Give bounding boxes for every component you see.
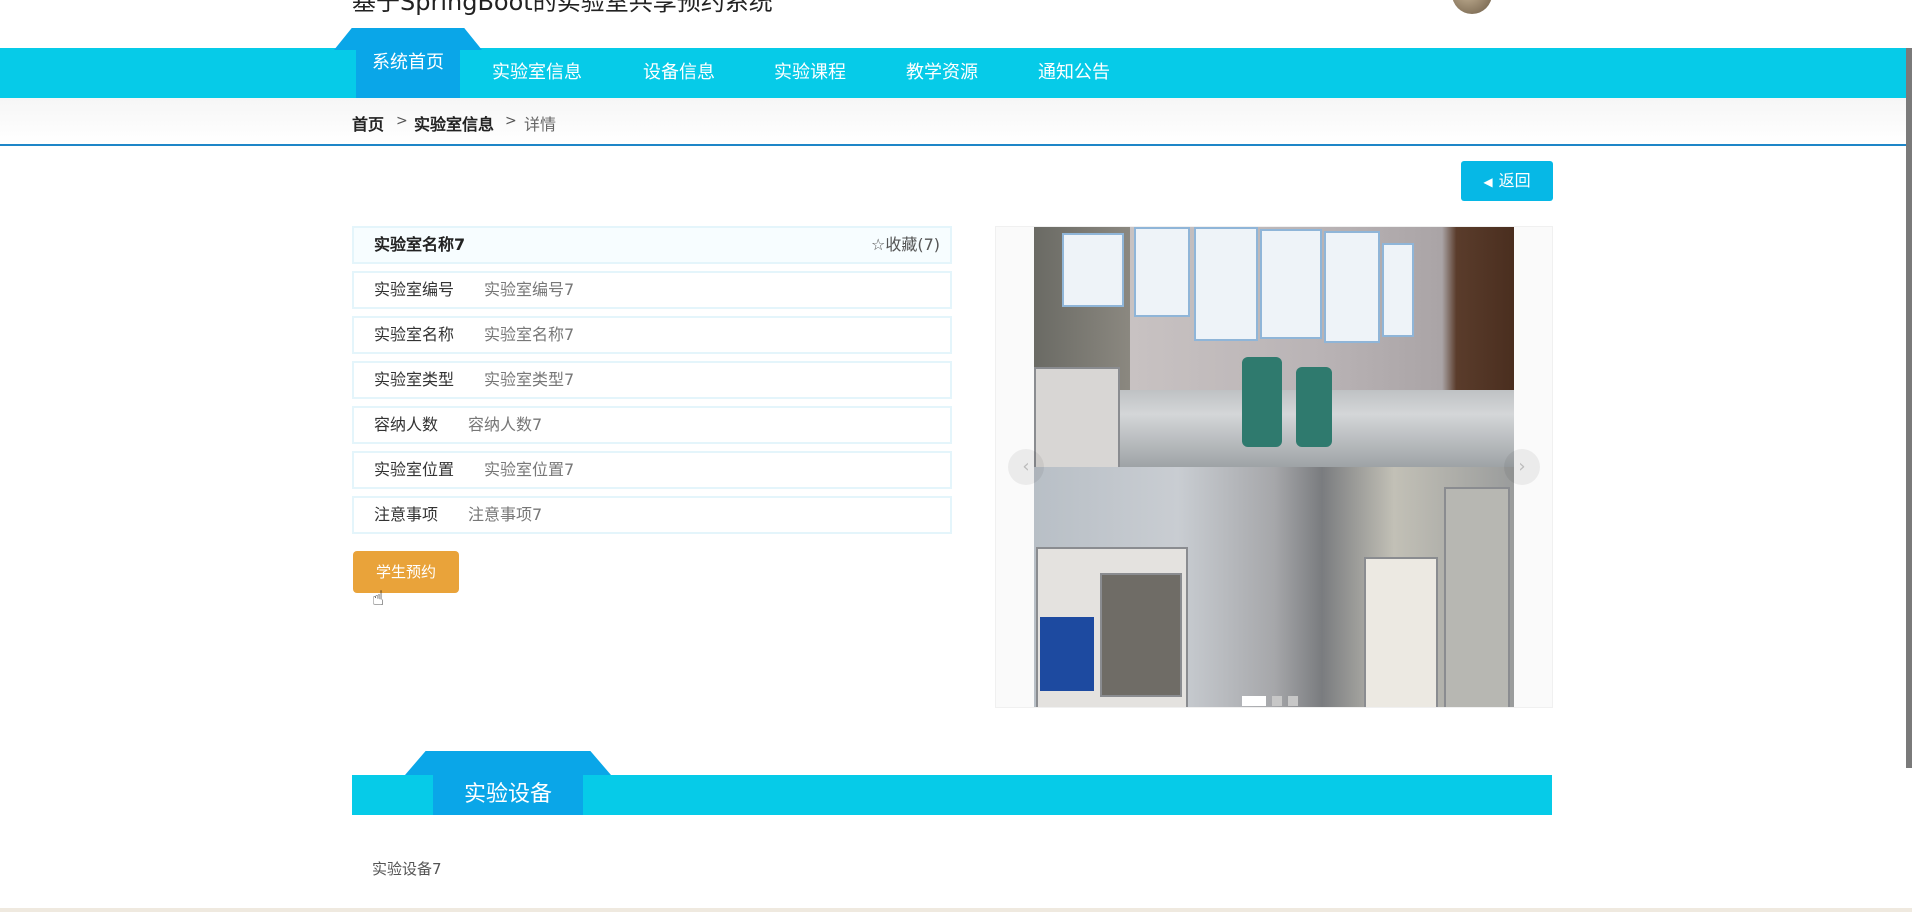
detail-value: 实验室类型7 bbox=[484, 370, 575, 389]
detail-label: 容纳人数 bbox=[374, 415, 439, 434]
nav-item-lab-courses[interactable]: 实验课程 bbox=[774, 48, 846, 98]
detail-label: 注意事项 bbox=[374, 505, 439, 524]
wall-poster bbox=[1382, 243, 1414, 337]
detail-value: 注意事项7 bbox=[468, 505, 543, 524]
nav-item-teaching-resources[interactable]: 教学资源 bbox=[906, 48, 978, 98]
detail-label: 实验室编号 bbox=[374, 280, 455, 299]
back-button-label: 返回 bbox=[1498, 171, 1531, 190]
carousel-dot[interactable] bbox=[1288, 696, 1298, 706]
breadcrumb: 首页 > 实验室信息 > 详情 bbox=[0, 98, 1906, 146]
breadcrumb-separator: > bbox=[396, 113, 408, 129]
carousel-next-button[interactable]: › bbox=[1504, 449, 1540, 485]
carousel-image-bottom bbox=[1034, 467, 1514, 707]
site-title: 基于SpringBoot的实验室共享预约系统 bbox=[352, 0, 773, 16]
wall-poster bbox=[1194, 227, 1258, 341]
nav-item-notices[interactable]: 通知公告 bbox=[1038, 48, 1110, 98]
hand-cursor-icon: ☝ bbox=[372, 586, 385, 610]
wall-poster bbox=[1134, 227, 1190, 317]
section-tab-top bbox=[405, 751, 611, 775]
control-panel bbox=[1040, 617, 1094, 691]
section-title: 实验设备 bbox=[433, 773, 583, 815]
image-carousel: ‹ › bbox=[995, 226, 1553, 708]
breadcrumb-separator: > bbox=[505, 113, 517, 129]
nav-item-home[interactable]: 系统首页 bbox=[334, 28, 482, 98]
detail-row: 容纳人数 容纳人数7 bbox=[352, 406, 952, 444]
detail-value: 实验室名称7 bbox=[484, 325, 575, 344]
detail-label: 实验室名称 bbox=[374, 325, 455, 344]
detail-title: 实验室名称7 bbox=[374, 235, 466, 254]
detail-row: 实验室编号 实验室编号7 bbox=[352, 271, 952, 309]
breadcrumb-home[interactable]: 首页 bbox=[352, 111, 384, 135]
user-avatar[interactable] bbox=[1452, 0, 1492, 14]
nav-home-label[interactable]: 系统首页 bbox=[356, 48, 460, 98]
detail-row: 实验室名称 实验室名称7 bbox=[352, 316, 952, 354]
wall-poster bbox=[1324, 231, 1380, 343]
detail-row: 实验室类型 实验室类型7 bbox=[352, 361, 952, 399]
caret-left-icon: ◀ bbox=[1483, 175, 1493, 189]
oven-window bbox=[1100, 573, 1182, 697]
back-button[interactable]: ◀ 返回 bbox=[1461, 161, 1553, 201]
wall-poster bbox=[1260, 229, 1322, 339]
favorite-button[interactable]: ☆收藏(7) bbox=[871, 228, 940, 262]
page-scrollbar[interactable] bbox=[1906, 48, 1912, 768]
breadcrumb-section[interactable]: 实验室信息 bbox=[414, 111, 494, 135]
carousel-image-top bbox=[1034, 227, 1514, 467]
carousel-dot[interactable] bbox=[1242, 696, 1266, 706]
nav-item-lab-info[interactable]: 实验室信息 bbox=[492, 48, 582, 98]
detail-value: 容纳人数7 bbox=[468, 415, 543, 434]
main-nav: 实验室信息 设备信息 实验课程 教学资源 通知公告 bbox=[0, 48, 1906, 98]
nav-home-tab-top bbox=[334, 28, 482, 50]
detail-label: 实验室位置 bbox=[374, 460, 455, 479]
carousel-indicators bbox=[1242, 691, 1304, 710]
page-bottom-border bbox=[0, 908, 1912, 912]
wall-poster bbox=[1062, 233, 1124, 307]
lab-machine bbox=[1242, 357, 1282, 447]
reserve-button[interactable]: 学生预约 bbox=[353, 551, 459, 593]
carousel-prev-button[interactable]: ‹ bbox=[1008, 449, 1044, 485]
detail-value: 实验室位置7 bbox=[484, 460, 575, 479]
section-content: 实验设备7 bbox=[372, 860, 442, 878]
lab-frame bbox=[1444, 487, 1510, 707]
detail-row: 注意事项 注意事项7 bbox=[352, 496, 952, 534]
detail-title-row: 实验室名称7 ☆收藏(7) bbox=[352, 226, 952, 264]
carousel-dot[interactable] bbox=[1272, 696, 1282, 706]
detail-value: 实验室编号7 bbox=[484, 280, 575, 299]
detail-label: 实验室类型 bbox=[374, 370, 455, 389]
breadcrumb-current: 详情 bbox=[524, 115, 557, 134]
lab-cabinet bbox=[1034, 367, 1120, 467]
detail-row: 实验室位置 实验室位置7 bbox=[352, 451, 952, 489]
section-tab: 实验设备 bbox=[405, 751, 611, 815]
nav-item-equipment-info[interactable]: 设备信息 bbox=[643, 48, 715, 98]
lab-instrument bbox=[1364, 557, 1438, 707]
lab-machine bbox=[1296, 367, 1332, 447]
